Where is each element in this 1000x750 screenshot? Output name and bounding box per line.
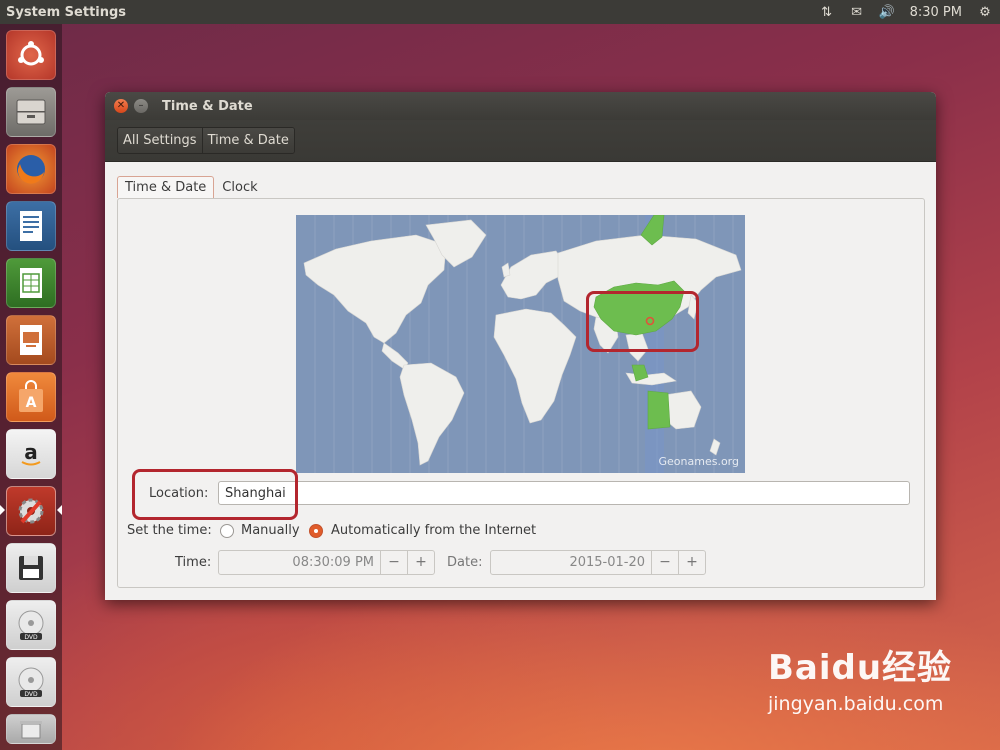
save-drive-button[interactable] (6, 543, 56, 593)
radio-manually-label[interactable]: Manually (241, 523, 300, 538)
date-increment-button[interactable]: + (678, 551, 705, 574)
gear-icon[interactable]: ⚙ (970, 0, 1000, 24)
time-field[interactable] (219, 551, 380, 574)
svg-text:a: a (24, 440, 38, 464)
firefox-icon (17, 155, 45, 184)
launcher: A a DVD DVD (0, 24, 62, 750)
firefox-button[interactable] (6, 144, 56, 194)
calc-button[interactable] (6, 258, 56, 308)
file-cabinet-icon (16, 99, 46, 125)
floppy-disk-icon (19, 556, 43, 580)
time-date-window: ✕ – Time & Date All Settings Time & Date… (105, 92, 936, 600)
radio-automatic[interactable] (309, 524, 323, 538)
active-indicator (0, 505, 5, 515)
dvd-button-1[interactable]: DVD (6, 600, 56, 650)
tab-time-date[interactable]: Time & Date (117, 176, 215, 198)
amazon-icon: a (21, 440, 41, 466)
breadcrumb: All Settings Time & Date (117, 127, 295, 154)
tab-bar: Time & Date Clock (117, 176, 266, 198)
clock[interactable]: 8:30 PM (902, 5, 970, 20)
writer-document-icon (20, 211, 42, 241)
writer-button[interactable] (6, 201, 56, 251)
dvd-icon: DVD (18, 667, 44, 698)
date-field[interactable] (491, 551, 651, 574)
files-button[interactable] (6, 87, 56, 137)
date-label: Date: (447, 555, 483, 570)
window-title: Time & Date (162, 98, 253, 114)
software-center-button[interactable]: A (6, 372, 56, 422)
mail-icon[interactable]: ✉ (842, 0, 872, 24)
shopping-bag-icon: A (19, 380, 43, 412)
window-toolbar: All Settings Time & Date (105, 120, 936, 162)
impress-button[interactable] (6, 315, 56, 365)
spreadsheet-icon (20, 268, 42, 298)
trash-button[interactable] (6, 714, 56, 744)
trash-icon (20, 721, 42, 739)
radio-manually[interactable] (220, 524, 234, 538)
app-title: System Settings (6, 4, 127, 20)
svg-text:A: A (26, 395, 37, 411)
set-time-label: Set the time: (127, 523, 212, 538)
time-label: Time: (175, 555, 212, 570)
system-settings-button[interactable] (6, 486, 56, 536)
time-decrement-button[interactable]: − (380, 551, 407, 574)
settings-wrench-icon (18, 498, 44, 524)
breadcrumb-all-settings[interactable]: All Settings (118, 128, 202, 153)
ubuntu-logo-icon (18, 41, 44, 66)
focus-indicator (57, 505, 62, 515)
window-titlebar: ✕ – Time & Date (105, 92, 936, 120)
top-panel: System Settings ⇅ ✉ 🔊 8:30 PM ⚙ (0, 0, 1000, 24)
presentation-icon (20, 325, 42, 355)
date-spinner: − + (490, 550, 706, 575)
network-icon[interactable]: ⇅ (812, 0, 842, 24)
map-credit: Geonames.org (658, 455, 740, 468)
watermark-url: jingyan.baidu.com (768, 693, 944, 715)
minimize-icon[interactable]: – (134, 99, 148, 113)
svg-text:DVD: DVD (24, 634, 38, 641)
radio-automatic-label[interactable]: Automatically from the Internet (331, 523, 536, 538)
volume-icon[interactable]: 🔊 (872, 0, 902, 24)
dvd-icon: DVD (18, 610, 44, 641)
time-increment-button[interactable]: + (407, 551, 434, 574)
map-highlight-annotation (586, 291, 699, 352)
watermark-logo: Baidu经验 (768, 648, 953, 688)
baidu-watermark: Baidu经验 jingyan.baidu.com (768, 640, 952, 715)
svg-text:DVD: DVD (24, 691, 38, 698)
location-highlight-annotation (132, 469, 298, 520)
dash-button[interactable] (6, 30, 56, 80)
breadcrumb-time-date[interactable]: Time & Date (201, 128, 294, 153)
amazon-button[interactable]: a (6, 429, 56, 479)
time-spinner: − + (218, 550, 435, 575)
close-icon[interactable]: ✕ (114, 99, 128, 113)
date-decrement-button[interactable]: − (651, 551, 678, 574)
dvd-button-2[interactable]: DVD (6, 657, 56, 707)
tab-clock[interactable]: Clock (214, 176, 265, 198)
location-input[interactable] (218, 481, 910, 505)
